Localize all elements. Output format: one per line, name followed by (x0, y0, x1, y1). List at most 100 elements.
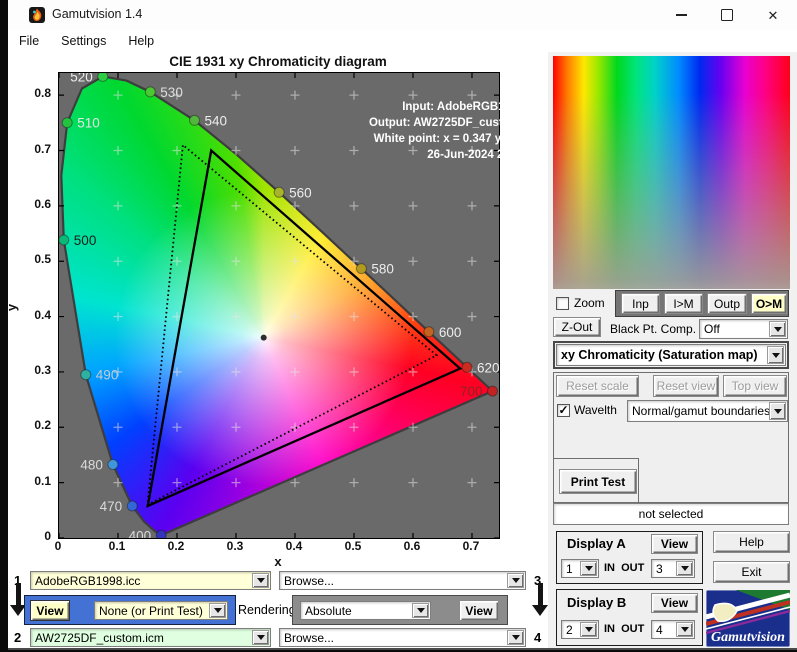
wavelth-checkbox[interactable]: ✓ (557, 404, 570, 417)
dropdown-arrow-icon[interactable] (767, 346, 784, 364)
saturation-map-image (553, 56, 790, 289)
help-button[interactable]: Help (713, 531, 790, 553)
combo-value: 3 (656, 561, 663, 576)
combo-value: AdobeRGB1998.icc (35, 573, 141, 588)
chart-title: CIE 1931 xy Chromaticity diagram (169, 54, 387, 69)
app-window: Gamutvision 1.4 ✕ File Settings Help CIE… (4, 0, 797, 650)
top-view-button[interactable]: Top view (723, 375, 787, 397)
display-a-title: Display A (567, 536, 626, 551)
svg-text:480: 480 (80, 458, 103, 473)
menu-help[interactable]: Help (117, 34, 165, 48)
combo-value: 4 (656, 622, 663, 637)
menu-file[interactable]: File (8, 34, 50, 48)
display-b-view-button[interactable]: View (651, 593, 698, 613)
screen: Gamutvision 1.4 ✕ File Settings Help CIE… (0, 0, 797, 652)
outp-button[interactable]: Outp (707, 293, 747, 314)
y-tick-label: 0.8 (34, 86, 51, 101)
y-tick-label: 0.5 (34, 252, 51, 267)
svg-text:580: 580 (371, 262, 394, 277)
o-to-m-button[interactable]: O>M (751, 293, 787, 314)
display-b-title: Display B (567, 595, 627, 610)
dropdown-arrow-icon[interactable] (676, 622, 693, 637)
gamutvision-logo: Gamutvision (706, 590, 790, 647)
dropdown-arrow-icon[interactable] (769, 321, 786, 337)
close-icon: ✕ (767, 7, 779, 23)
svg-text:400: 400 (129, 528, 152, 538)
y-axis-ticks: 0 0.1 0.2 0.3 0.4 0.5 0.6 0.7 0.8 (20, 72, 54, 543)
svg-text:700: 700 (460, 384, 483, 399)
dropdown-arrow-icon[interactable] (580, 561, 597, 576)
y-tick-label: 0.6 (34, 196, 51, 211)
slot4-number: 4 (534, 630, 542, 645)
exit-button[interactable]: Exit (713, 561, 790, 583)
view-mode-combo[interactable]: xy Chromaticity (Saturation map) (556, 344, 786, 366)
i-to-m-button[interactable]: I>M (664, 293, 703, 314)
map-mode-combo[interactable]: None (or Print Test) (94, 601, 228, 620)
dropdown-arrow-icon[interactable] (252, 630, 269, 645)
dropdown-arrow-icon[interactable] (580, 622, 597, 637)
combo-value: Off (704, 322, 720, 336)
display-b-inout-label: IN OUT (604, 623, 645, 635)
close-button[interactable]: ✕ (750, 0, 796, 30)
dropdown-arrow-icon[interactable] (769, 402, 786, 420)
input-profile-combo[interactable]: AdobeRGB1998.icc (30, 571, 271, 590)
chromaticity-plot[interactable]: 400 470 480 490 500 510 520 530 540 560 580 600 620 7… (58, 72, 543, 539)
dropdown-arrow-icon[interactable] (676, 561, 693, 576)
zoom-label: Zoom (574, 296, 605, 310)
inp-button[interactable]: Inp (621, 293, 660, 314)
black-pt-comp-label: Black Pt. Comp. (610, 322, 697, 336)
combo-value: Browse... (284, 630, 335, 645)
y-tick-label: 0.1 (34, 473, 51, 488)
title-bar[interactable]: Gamutvision 1.4 ✕ (8, 0, 797, 30)
rendering-label: Rendering (238, 603, 296, 617)
reset-view-button[interactable]: Reset view (653, 375, 719, 397)
output-profile-combo[interactable]: AW2725DF_custom.icm (30, 628, 271, 647)
maximize-button[interactable] (704, 0, 750, 30)
display-a-in-combo[interactable]: 1 (561, 559, 599, 578)
display-a-view-button[interactable]: View (651, 534, 698, 554)
y-tick-label: 0 (44, 529, 51, 543)
minimize-button[interactable] (658, 0, 704, 30)
wavelth-label: Wavelth (574, 403, 617, 417)
display-b-in-combo[interactable]: 2 (561, 620, 599, 639)
zoom-checkbox[interactable] (556, 297, 569, 310)
y-tick-label: 0.7 (34, 141, 51, 156)
svg-text:510: 510 (77, 116, 100, 131)
combo-value: xy Chromaticity (Saturation map) (561, 348, 758, 362)
boundaries-combo[interactable]: Normal/gamut boundaries (627, 400, 788, 422)
combo-value: Absolute (305, 603, 352, 618)
dropdown-arrow-icon[interactable] (507, 573, 524, 588)
svg-text:520: 520 (70, 73, 93, 84)
black-pt-comp-combo[interactable]: Off (699, 319, 788, 339)
browse-output-combo[interactable]: Browse... (279, 628, 526, 647)
dropdown-arrow-icon[interactable] (209, 603, 226, 618)
svg-text:500: 500 (74, 233, 97, 248)
dropdown-arrow-icon[interactable] (252, 573, 269, 588)
y-tick-label: 0.4 (34, 307, 51, 322)
reset-scale-button[interactable]: Reset scale (556, 375, 639, 397)
menu-settings[interactable]: Settings (50, 34, 117, 48)
view-rendering-button[interactable]: View (459, 600, 499, 621)
x-tick-label: 0.4 (285, 539, 303, 553)
dropdown-arrow-icon[interactable] (507, 630, 524, 645)
svg-text:470: 470 (100, 499, 123, 514)
rendering-intent-combo[interactable]: Absolute (300, 601, 431, 620)
svg-text:600: 600 (439, 325, 462, 340)
combo-value: Normal/gamut boundaries (632, 404, 771, 418)
annotation-output: Output: AW2725DF_custom.icm (368, 117, 543, 129)
dropdown-arrow-icon[interactable] (412, 603, 429, 618)
print-test-button[interactable]: Print Test (559, 469, 637, 494)
browse-input-combo[interactable]: Browse... (279, 571, 526, 590)
display-b-out-combo[interactable]: 4 (651, 620, 695, 639)
y-axis-label: y (4, 303, 20, 312)
x-tick-label: 0.6 (403, 539, 421, 553)
down-arrow-icon (532, 583, 548, 616)
display-a-out-combo[interactable]: 3 (651, 559, 695, 578)
combo-value: AW2725DF_custom.icm (35, 630, 164, 645)
combo-value: 2 (566, 622, 573, 637)
z-out-button[interactable]: Z-Out (553, 317, 601, 337)
svg-text:490: 490 (96, 368, 119, 383)
view-map-button[interactable]: View (30, 600, 70, 621)
window-title: Gamutvision 1.4 (52, 7, 143, 21)
y-tick-label: 0.2 (34, 418, 51, 433)
